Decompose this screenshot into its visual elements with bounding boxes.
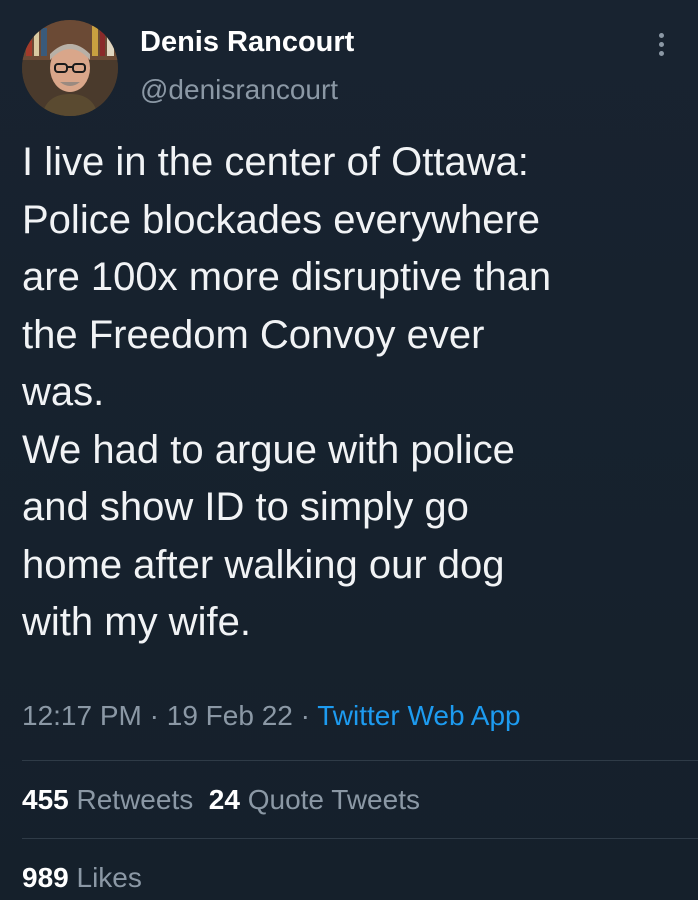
divider [22, 760, 698, 761]
retweets-label: Retweets [76, 784, 194, 815]
quote-tweets-label: Quote Tweets [247, 784, 420, 815]
more-dot [658, 42, 664, 47]
author-name[interactable]: Denis Rancourt [140, 26, 354, 59]
likes-stat[interactable]: 989 Likes [22, 862, 142, 894]
tweet-line: We had to argue with police [22, 427, 515, 472]
avatar-photo [22, 20, 118, 116]
retweets-count: 455 [22, 784, 69, 815]
retweets-stat[interactable]: 455 Retweets [22, 784, 193, 816]
tweet-line: with my wife. [22, 600, 251, 644]
more-dot [658, 51, 664, 56]
meta-separator: · [292, 700, 318, 731]
tweet-source-link[interactable]: Twitter Web App [317, 700, 520, 731]
tweet-line: was. [22, 370, 105, 414]
quote-tweets-count: 24 [208, 784, 240, 815]
likes-count: 989 [22, 862, 69, 893]
meta-separator: · [141, 700, 167, 731]
likes-stats: 989 Likes [22, 862, 142, 894]
tweet-line: home after walking our dog [22, 542, 505, 587]
divider [22, 838, 698, 839]
author-handle[interactable]: @denisrancourt [140, 74, 338, 106]
more-dot [658, 33, 664, 38]
tweet-line: the Freedom Convoy ever [22, 312, 485, 357]
tweet-date[interactable]: 19 Feb 22 [167, 700, 293, 731]
tweet-line: Police blockades everywhere [22, 197, 541, 242]
tweet-time[interactable]: 12:17 PM [22, 700, 142, 731]
likes-label: Likes [76, 862, 142, 893]
tweet-line: I live in the center of Ottawa: [22, 140, 529, 184]
tweet-text: I live in the center of Ottawa: Police b… [22, 134, 682, 652]
tweet-metadata: 12:17 PM · 19 Feb 22 · Twitter Web App [22, 700, 521, 732]
tweet-card: Denis Rancourt @denisrancourt I live in … [0, 0, 698, 900]
tweet-line: are 100x more disruptive than [22, 255, 552, 299]
avatar[interactable] [22, 20, 118, 116]
engagement-stats: 455 Retweets 24 Quote Tweets [22, 784, 420, 816]
more-vertical-icon[interactable] [648, 30, 674, 70]
tweet-line: and show ID to simply go [22, 485, 469, 529]
quote-tweets-stat[interactable]: 24 Quote Tweets [209, 784, 420, 816]
